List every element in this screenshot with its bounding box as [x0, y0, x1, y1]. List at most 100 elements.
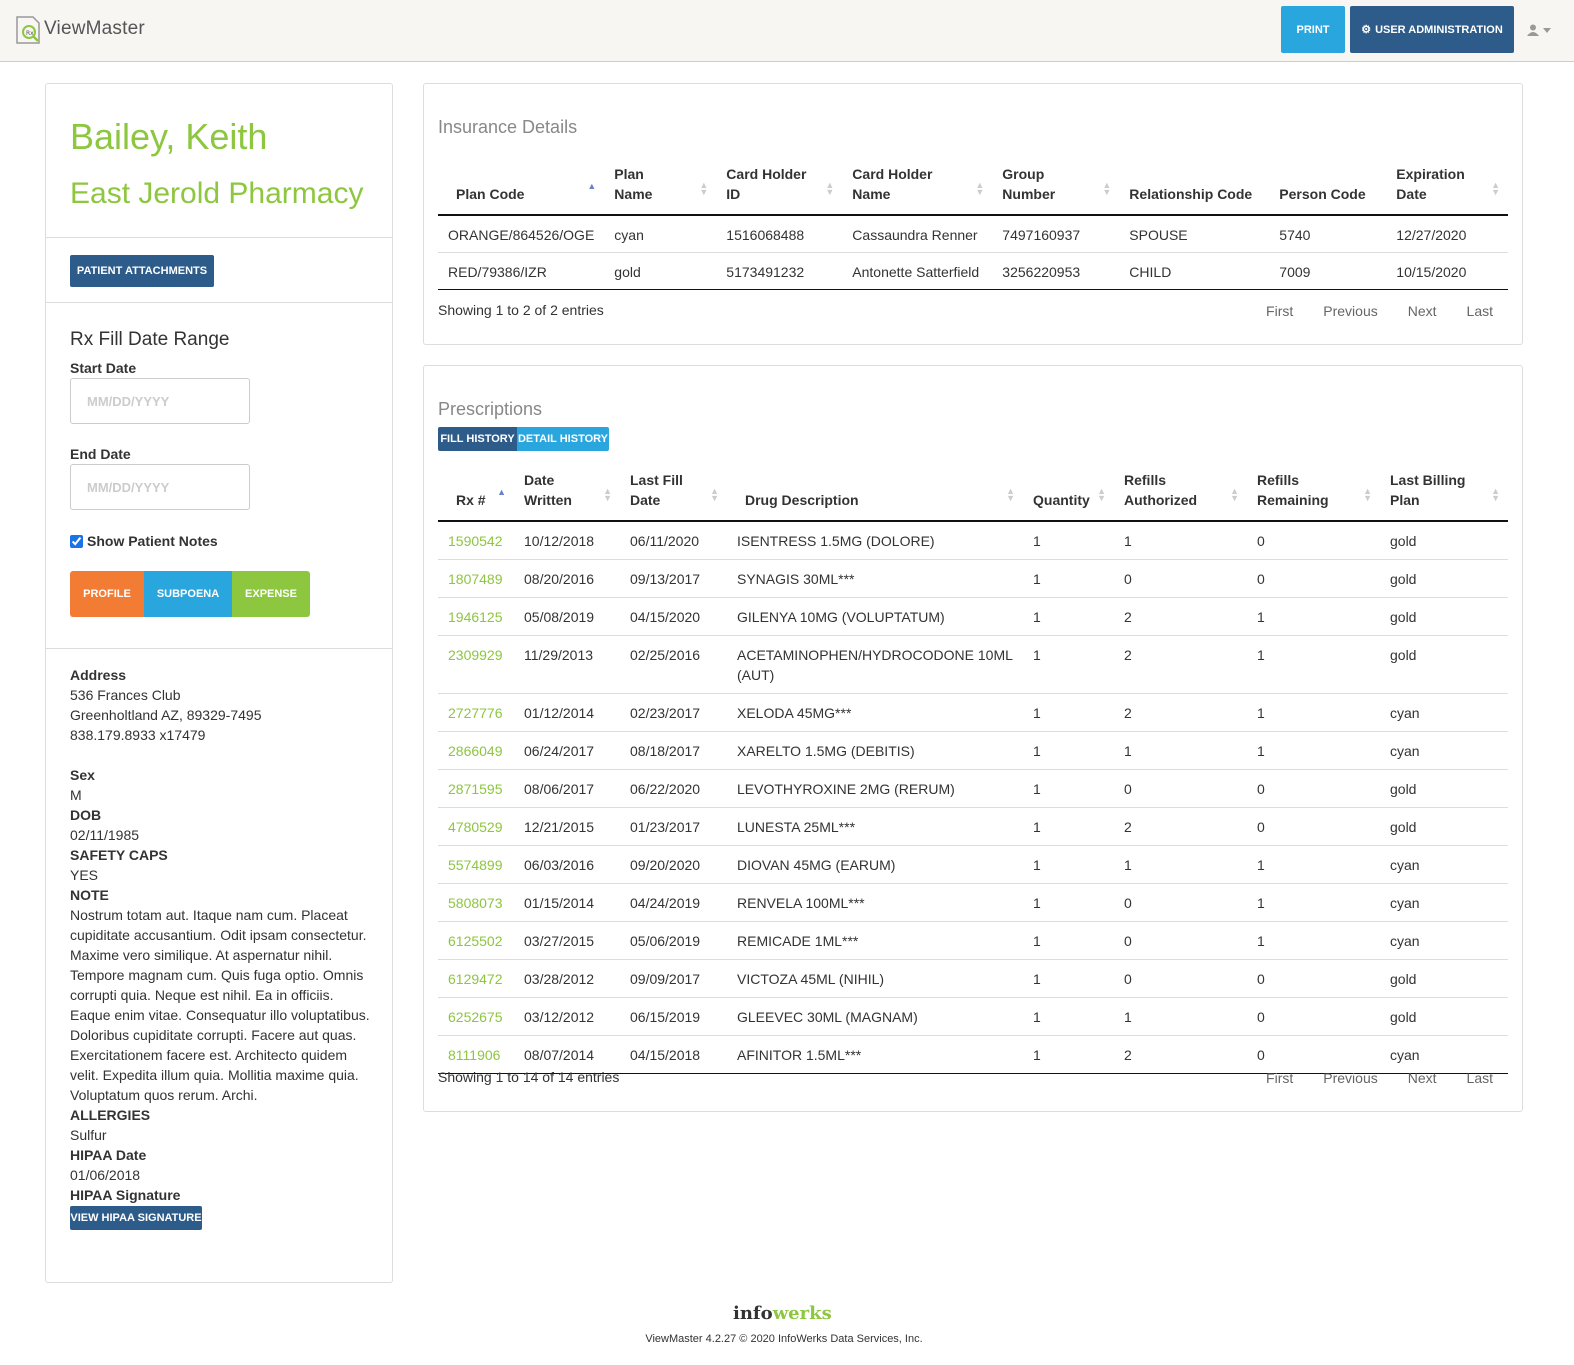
table-row[interactable]: 2871595 08/06/2017 06/22/2020 LEVOTHYROXINE…: [438, 769, 1508, 808]
profile-button[interactable]: PROFILE: [70, 571, 144, 617]
pager-first[interactable]: First: [1251, 303, 1308, 319]
rx-number-link[interactable]: 1590542: [438, 521, 514, 560]
patient-name: Bailey, Keith: [70, 116, 268, 157]
table-row[interactable]: 6252675 03/12/2012 06/15/2019 GLEEVEC 30ML …: [438, 997, 1508, 1036]
hipaa-signature-label: HIPAA Signature: [70, 1187, 181, 1203]
app-logo[interactable]: Rx ViewMaster: [14, 12, 145, 46]
col-quantity[interactable]: Quantity ▲ ▼: [1023, 470, 1114, 522]
table-row[interactable]: 2727776 01/12/2014 02/23/2017 XELODA 45MG**…: [438, 693, 1508, 732]
pager-next[interactable]: Next: [1393, 1070, 1452, 1086]
table-cell: ISENTRESS 1.5MG (DOLORE): [727, 521, 1023, 560]
col-relationship-code[interactable]: Relationship Code: [1119, 164, 1270, 216]
col-refills-remaining[interactable]: Refills Remaining ▲ ▼: [1247, 470, 1380, 522]
show-patient-notes-label: Show Patient Notes: [87, 533, 218, 549]
table-row[interactable]: 8111906 08/07/2014 04/15/2018 AFINITOR 1.5M…: [438, 1035, 1508, 1074]
caret-down-icon: [1543, 27, 1551, 33]
sort-icon: ▲ ▼: [825, 180, 835, 197]
table-row[interactable]: 1807489 08/20/2016 09/13/2017 SYNAGIS 30ML*…: [438, 559, 1508, 598]
rx-number-link[interactable]: 2309929: [438, 635, 514, 694]
table-row[interactable]: 5574899 06/03/2016 09/20/2020 DIOVAN 45MG (…: [438, 845, 1508, 884]
col-drug-description[interactable]: Drug Description ▲ ▼: [727, 470, 1023, 522]
table-row[interactable]: 2866049 06/24/2017 08/18/2017 XARELTO 1.5MG…: [438, 731, 1508, 770]
table-cell: 1: [1023, 807, 1114, 846]
col-card-holder-name[interactable]: Card Holder Name ▲ ▼: [842, 164, 993, 216]
user-administration-button[interactable]: ⚙ USER ADMINISTRATION: [1350, 6, 1514, 53]
rx-number-link[interactable]: 5808073: [438, 883, 514, 922]
user-administration-label: USER ADMINISTRATION: [1375, 23, 1503, 36]
table-row[interactable]: 6129472 03/28/2012 09/09/2017 VICTOZA 45ML …: [438, 959, 1508, 998]
table-row[interactable]: 4780529 12/21/2015 01/23/2017 LUNESTA 25ML*…: [438, 807, 1508, 846]
rx-number-link[interactable]: 2727776: [438, 693, 514, 732]
view-hipaa-signature-button[interactable]: VIEW HIPAA SIGNATURE: [70, 1206, 202, 1230]
pager-previous[interactable]: Previous: [1308, 303, 1392, 319]
rx-number-link[interactable]: 1946125: [438, 597, 514, 636]
rx-number-link[interactable]: 6129472: [438, 959, 514, 998]
col-last-billing-plan[interactable]: Last Billing Plan ▲ ▼: [1380, 470, 1508, 522]
pager-first[interactable]: First: [1251, 1070, 1308, 1086]
safety-caps-label: SAFETY CAPS: [70, 847, 168, 863]
subpoena-button[interactable]: SUBPOENA: [144, 571, 232, 617]
rx-number-link[interactable]: 8111906: [438, 1035, 514, 1074]
col-expiration-date[interactable]: Expiration Date ▲ ▼: [1386, 164, 1508, 216]
table-cell: 1: [1023, 521, 1114, 560]
sort-icon: ▲ ▼: [1491, 486, 1500, 503]
table-row[interactable]: 2309929 11/29/2013 02/25/2016 ACETAMINOPHEN…: [438, 635, 1508, 694]
rx-number-link[interactable]: 2871595: [438, 769, 514, 808]
pager-previous[interactable]: Previous: [1308, 1070, 1392, 1086]
prescriptions-table: Rx # ▲ Date Written ▲ ▼ Last Fill Date ▲ ▼ Dr…: [438, 470, 1508, 1074]
print-button[interactable]: PRINT: [1281, 6, 1345, 53]
table-cell: 04/15/2018: [620, 1035, 727, 1074]
dob-label: DOB: [70, 807, 102, 823]
rx-number-link[interactable]: 4780529: [438, 807, 514, 846]
table-cell: DIOVAN 45MG (EARUM): [727, 845, 1023, 884]
fill-history-tab[interactable]: FILL HISTORY: [438, 427, 517, 451]
pager-last[interactable]: Last: [1452, 303, 1508, 319]
table-row[interactable]: 1590542 10/12/2018 06/11/2020 ISENTRESS 1.5…: [438, 521, 1508, 560]
end-date-input[interactable]: [70, 464, 250, 510]
table-cell: cyan: [1380, 921, 1508, 960]
detail-history-tab[interactable]: DETAIL HISTORY: [517, 427, 609, 451]
table-cell: 1: [1023, 769, 1114, 808]
patient-attachments-button[interactable]: PATIENT ATTACHMENTS: [70, 255, 214, 287]
show-patient-notes[interactable]: Show Patient Notes: [70, 533, 218, 549]
rx-number-link[interactable]: 6125502: [438, 921, 514, 960]
table-cell: 1: [1023, 559, 1114, 598]
col-card-holder-id[interactable]: Card Holder ID ▲ ▼: [716, 164, 843, 216]
col-plan-name[interactable]: Plan Name ▲ ▼: [604, 164, 717, 216]
table-row[interactable]: RED/79386/IZR gold 5173491232 Antonette Sat…: [438, 252, 1508, 290]
patient-panel: Bailey, Keith East Jerold Pharmacy PATIE…: [45, 83, 393, 1283]
table-cell: 0: [1114, 883, 1247, 922]
insurance-header-row: Plan Code ▲ Plan Name ▲ ▼ Card Holder ID ▲ ▼ …: [438, 164, 1508, 216]
table-row[interactable]: 5808073 01/15/2014 04/24/2019 RENVELA 100ML…: [438, 883, 1508, 922]
show-patient-notes-checkbox[interactable]: [70, 534, 83, 548]
table-cell: 2: [1114, 597, 1247, 636]
col-rx-number[interactable]: Rx # ▲: [438, 470, 514, 522]
user-menu[interactable]: [1527, 20, 1557, 40]
sort-icon: ▲ ▼: [1097, 486, 1106, 503]
table-cell: gold: [1380, 769, 1508, 808]
table-cell: cyan: [1380, 693, 1508, 732]
table-row[interactable]: ORANGE/864526/OGE cyan 1516068488 Cassaundr…: [438, 215, 1508, 253]
col-person-code[interactable]: Person Code: [1269, 164, 1387, 216]
col-refills-authorized[interactable]: Refills Authorized ▲ ▼: [1114, 470, 1247, 522]
rx-number-link[interactable]: 2866049: [438, 731, 514, 770]
pager-last[interactable]: Last: [1452, 1070, 1508, 1086]
rx-number-link[interactable]: 6252675: [438, 997, 514, 1036]
table-row[interactable]: 1946125 05/08/2019 04/15/2020 GILENYA 10MG …: [438, 597, 1508, 636]
col-group-number[interactable]: Group Number ▲ ▼: [992, 164, 1120, 216]
col-date-written[interactable]: Date Written ▲ ▼: [514, 470, 620, 522]
col-plan-code[interactable]: Plan Code ▲: [438, 164, 605, 216]
rx-number-link[interactable]: 5574899: [438, 845, 514, 884]
table-row[interactable]: 6125502 03/27/2015 05/06/2019 REMICADE 1ML*…: [438, 921, 1508, 960]
table-cell: 1: [1114, 731, 1247, 770]
start-date-input[interactable]: [70, 378, 250, 424]
svg-text:Rx: Rx: [26, 30, 34, 37]
expense-button[interactable]: EXPENSE: [232, 571, 310, 617]
table-cell: 08/07/2014: [514, 1035, 620, 1074]
table-cell: 0: [1247, 521, 1380, 560]
report-button-group: PROFILE SUBPOENA EXPENSE: [70, 571, 310, 617]
rx-number-link[interactable]: 1807489: [438, 559, 514, 598]
prescriptions-pagination: First Previous Next Last: [1251, 1070, 1508, 1086]
pager-next[interactable]: Next: [1393, 303, 1452, 319]
col-last-fill-date[interactable]: Last Fill Date ▲ ▼: [620, 470, 727, 522]
